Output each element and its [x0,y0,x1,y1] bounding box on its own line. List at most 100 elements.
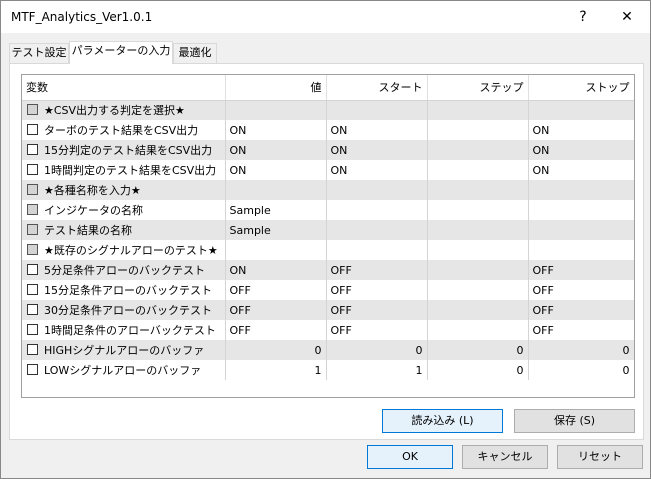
param-value-cell[interactable] [225,240,327,260]
table-row[interactable]: 15分足条件アローのバックテスト OFF OFF OFF [22,280,634,300]
param-step-cell[interactable] [427,100,529,120]
param-stop-cell[interactable]: 0 [528,360,634,380]
column-header-value[interactable]: 値 [225,75,327,101]
param-name-label: インジケータの名称 [44,204,143,217]
param-start-cell[interactable]: ON [326,140,428,160]
param-stop-cell[interactable]: OFF [528,300,634,320]
param-step-cell[interactable] [427,160,529,180]
param-checkbox[interactable] [27,144,38,155]
param-step-cell[interactable] [427,220,529,240]
param-value-cell[interactable]: 0 [225,340,327,360]
param-start-cell[interactable] [326,240,428,260]
tab-test-settings[interactable]: テスト設定 [9,43,69,63]
param-checkbox[interactable] [27,364,38,375]
param-value-cell[interactable]: ON [225,260,327,280]
param-step-cell[interactable] [427,320,529,340]
table-row[interactable]: HIGHシグナルアローのバッファ 0 0 0 0 [22,340,634,360]
param-stop-cell[interactable]: 0 [528,340,634,360]
param-step-cell[interactable] [427,280,529,300]
param-stop-cell[interactable]: OFF [528,320,634,340]
parameter-grid[interactable]: 変数 値 スタート ステップ ストップ ★CSV出力する判定を選択★ ターボのテス… [21,74,635,398]
param-name-cell: ★CSV出力する判定を選択★ [22,100,226,120]
column-header-name[interactable]: 変数 [22,75,226,101]
param-step-cell[interactable] [427,140,529,160]
param-step-cell[interactable] [427,300,529,320]
param-value-cell[interactable]: OFF [225,280,327,300]
table-row[interactable]: ★各種名称を入力★ [22,180,634,200]
param-step-cell[interactable] [427,200,529,220]
param-start-cell[interactable] [326,220,428,240]
column-header-stop[interactable]: ストップ [528,75,634,101]
table-row[interactable]: ターボのテスト結果をCSV出力 ON ON ON [22,120,634,140]
column-header-step[interactable]: ステップ [427,75,529,101]
param-stop-cell[interactable]: OFF [528,260,634,280]
param-stop-cell[interactable] [528,180,634,200]
param-value-cell[interactable]: OFF [225,320,327,340]
ok-button[interactable]: OK [367,445,453,469]
param-stop-cell[interactable]: ON [528,160,634,180]
tab-parameter-input[interactable]: パラメーターの入力 [69,41,173,64]
param-start-cell[interactable]: OFF [326,300,428,320]
param-step-cell[interactable]: 0 [427,360,529,380]
param-value-cell[interactable]: Sample [225,200,327,220]
column-header-start[interactable]: スタート [326,75,428,101]
param-stop-cell[interactable] [528,220,634,240]
param-step-cell[interactable] [427,120,529,140]
param-start-cell[interactable]: OFF [326,280,428,300]
param-stop-cell[interactable]: OFF [528,280,634,300]
param-value-cell[interactable]: ON [225,140,327,160]
table-row[interactable]: 30分足条件アローのバックテスト OFF OFF OFF [22,300,634,320]
param-stop-cell[interactable] [528,100,634,120]
table-row[interactable]: 15分判定のテスト結果をCSV出力 ON ON ON [22,140,634,160]
param-name-cell: テスト結果の名称 [22,220,226,240]
param-step-cell[interactable] [427,260,529,280]
table-row[interactable]: テスト結果の名称 Sample [22,220,634,240]
param-checkbox[interactable] [27,164,38,175]
close-button[interactable]: ✕ [615,5,639,29]
param-value-cell[interactable] [225,100,327,120]
param-start-cell[interactable]: ON [326,160,428,180]
param-start-cell[interactable] [326,100,428,120]
param-start-cell[interactable]: 1 [326,360,428,380]
param-value-cell[interactable]: ON [225,160,327,180]
table-row[interactable]: ★既存のシグナルアローのテスト★ [22,240,634,260]
tab-optimization[interactable]: 最適化 [173,43,217,63]
param-step-cell[interactable]: 0 [427,340,529,360]
table-row[interactable]: ★CSV出力する判定を選択★ [22,100,634,120]
param-checkbox[interactable] [27,344,38,355]
param-step-cell[interactable] [427,240,529,260]
param-value-cell[interactable]: OFF [225,300,327,320]
param-stop-cell[interactable] [528,200,634,220]
help-button[interactable]: ? [571,5,595,29]
table-row[interactable]: 5分足条件アローのバックテスト ON OFF OFF [22,260,634,280]
param-stop-cell[interactable] [528,240,634,260]
param-stop-cell[interactable]: ON [528,140,634,160]
param-start-cell[interactable] [326,200,428,220]
param-start-cell[interactable]: OFF [326,320,428,340]
param-checkbox[interactable] [27,304,38,315]
param-value-cell[interactable] [225,180,327,200]
param-value-cell[interactable]: 1 [225,360,327,380]
param-stop-cell[interactable]: ON [528,120,634,140]
load-button[interactable]: 読み込み (L) [382,409,503,433]
param-name-label: 30分足条件アローのバックテスト [44,304,212,317]
table-row[interactable]: LOWシグナルアローのバッファ 1 1 0 0 [22,360,634,380]
param-checkbox[interactable] [27,324,38,335]
param-start-cell[interactable] [326,180,428,200]
table-row[interactable]: 1時間足条件のアローバックテスト OFF OFF OFF [22,320,634,340]
param-checkbox[interactable] [27,264,38,275]
param-checkbox[interactable] [27,284,38,295]
param-start-cell[interactable]: 0 [326,340,428,360]
param-step-cell[interactable] [427,180,529,200]
cancel-button[interactable]: キャンセル [462,445,548,469]
save-button[interactable]: 保存 (S) [514,409,635,433]
param-start-cell[interactable]: ON [326,120,428,140]
table-row[interactable]: インジケータの名称 Sample [22,200,634,220]
reset-button[interactable]: リセット [557,445,643,469]
param-value-cell[interactable]: Sample [225,220,327,240]
param-checkbox[interactable] [27,124,38,135]
param-name-label: ★各種名称を入力★ [44,184,141,197]
table-row[interactable]: 1時間判定のテスト結果をCSV出力 ON ON ON [22,160,634,180]
param-value-cell[interactable]: ON [225,120,327,140]
param-start-cell[interactable]: OFF [326,260,428,280]
